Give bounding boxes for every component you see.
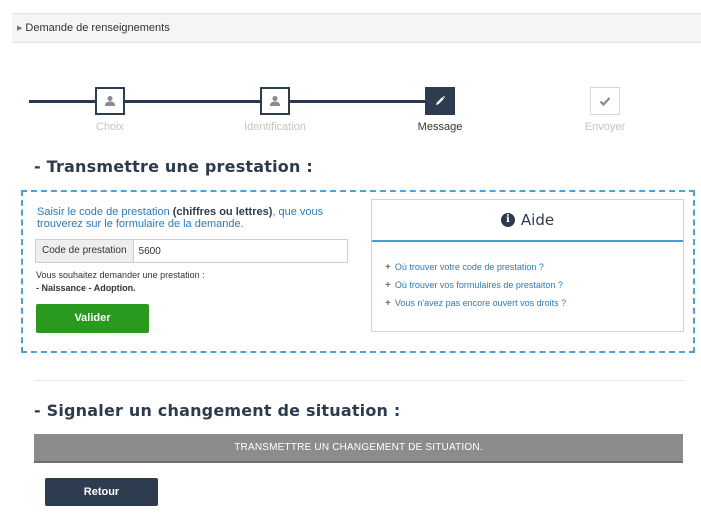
plus-icon: + [385, 298, 391, 309]
breadcrumb[interactable]: ▶ Demande de renseignements [12, 13, 701, 43]
prestation-type: - Naissance - Adoption. [36, 283, 136, 293]
info-icon: i [500, 213, 515, 227]
instructions-emphasis: (chiffres ou lettres) [172, 206, 273, 218]
step-label-envoyer: Envoyer [584, 121, 626, 133]
step-label-message: Message [417, 121, 463, 133]
help-title-text: Aide [520, 211, 555, 229]
caret-right-icon: ▶ [17, 25, 23, 32]
check-icon [599, 97, 611, 107]
user-icon [270, 96, 280, 106]
help-link-text[interactable]: Vous n'avez pas encore ouvert vos droits… [395, 298, 566, 308]
help-link-droits[interactable]: + Vous n'avez pas encore ouvert vos droit… [385, 297, 566, 315]
stepper-line [125, 100, 260, 103]
pencil-icon [436, 95, 446, 105]
stepper-line [290, 100, 425, 103]
progress-stepper: Choix Identification Message Envoyer [0, 80, 701, 140]
step-envoyer [590, 87, 620, 115]
validate-button[interactable]: Valider [36, 304, 149, 333]
prestation-form-panel: Saisir le code de prestation (chiffres o… [21, 190, 695, 353]
help-link-text[interactable]: Où trouver vos formulaires de prestaiton… [395, 280, 563, 290]
breadcrumb-label: Demande de renseignements [25, 22, 170, 34]
back-button[interactable]: Retour [45, 478, 158, 506]
help-panel: i Aide + Où trouver votre code de prestati… [371, 199, 684, 332]
step-identification[interactable] [260, 87, 290, 115]
transmit-change-button[interactable]: TRANSMETTRE UN CHANGEMENT DE SITUATION. [34, 434, 683, 463]
step-message[interactable] [425, 87, 455, 115]
prestation-note: Vous souhaitez demander une prestation : [36, 270, 205, 280]
step-choix[interactable] [95, 87, 125, 115]
section-title-changement: - Signaler un changement de situation : [34, 401, 401, 420]
code-prestation-label: Code de prestation [36, 240, 134, 262]
user-icon [105, 96, 115, 106]
help-link-text[interactable]: Où trouver votre code de prestation ? [395, 262, 544, 272]
divider [34, 380, 684, 381]
instructions-text: Saisir le code de prestation [37, 206, 173, 218]
help-title: i Aide [372, 200, 683, 242]
step-label-choix: Choix [95, 121, 125, 133]
plus-icon: + [385, 280, 391, 291]
section-title-transmettre: - Transmettre une prestation : [34, 157, 313, 176]
stepper-line [29, 100, 95, 103]
step-label-identification: Identification [244, 121, 306, 133]
code-prestation-input[interactable] [133, 240, 347, 262]
help-links: + Où trouver votre code de prestation ? +… [385, 261, 566, 315]
help-link-code[interactable]: + Où trouver votre code de prestation ? [385, 261, 566, 279]
code-prestation-field: Code de prestation [35, 239, 348, 263]
help-link-formulaires[interactable]: + Où trouver vos formulaires de prestaito… [385, 279, 566, 297]
plus-icon: + [385, 262, 391, 273]
form-instructions: Saisir le code de prestation (chiffres o… [37, 206, 357, 230]
